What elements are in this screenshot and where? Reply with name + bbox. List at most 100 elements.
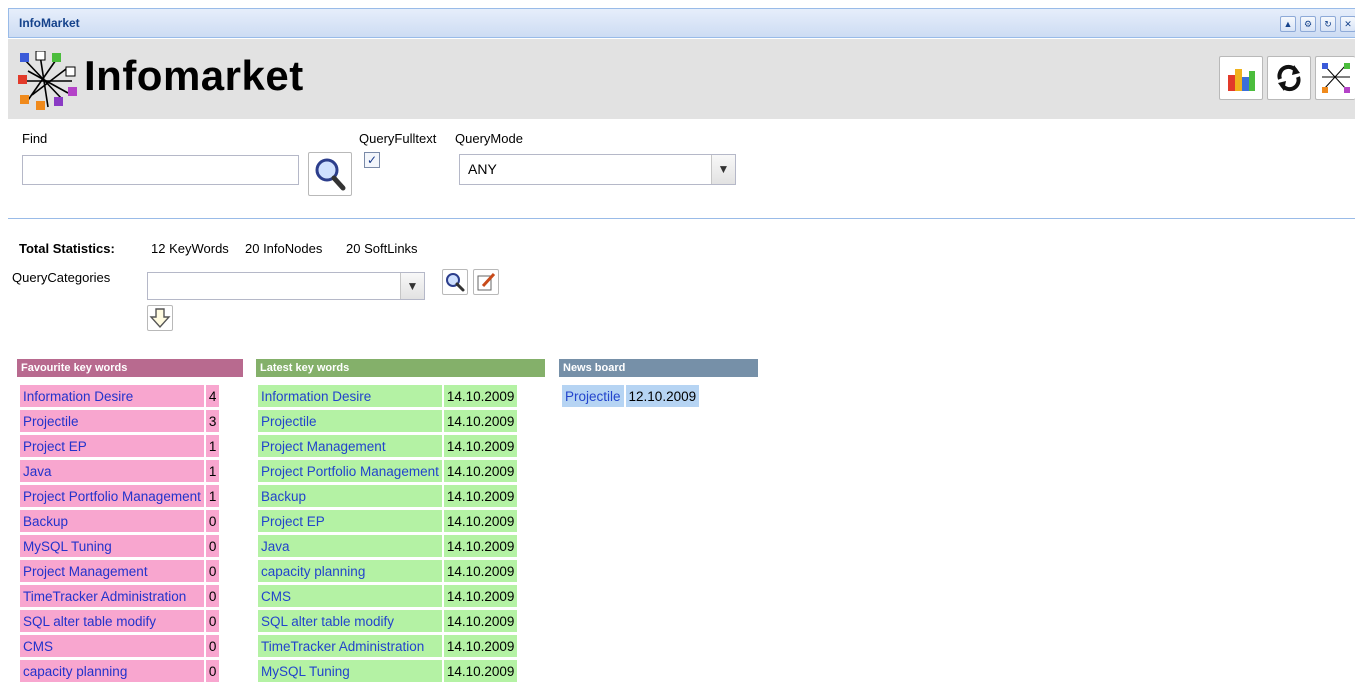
divider <box>8 218 1355 219</box>
keyword-link[interactable]: Project EP <box>258 510 442 532</box>
keyword-link[interactable]: TimeTracker Administration <box>20 585 204 607</box>
edit-icon <box>477 272 496 291</box>
table-row: Projectile 3 <box>20 410 220 432</box>
keyword-link[interactable]: Project Portfolio Management <box>258 460 442 482</box>
keyword-date: 12.10.2009 <box>623 385 700 407</box>
find-label: Find <box>22 131 48 146</box>
stats-label: Total Statistics: <box>19 241 115 256</box>
keyword-link[interactable]: MySQL Tuning <box>258 660 442 682</box>
keyword-date: 14.10.2009 <box>441 560 518 582</box>
keyword-link[interactable]: Backup <box>20 510 204 532</box>
keyword-link[interactable]: SQL alter table modify <box>258 610 442 632</box>
window-title: InfoMarket <box>19 16 80 30</box>
arrow-down-icon <box>149 308 171 329</box>
reload-button[interactable] <box>1267 56 1311 100</box>
keyword-link[interactable]: Project EP <box>20 435 204 457</box>
keyword-link[interactable]: Project Portfolio Management <box>20 485 204 507</box>
keyword-count: 3 <box>203 410 220 432</box>
keyword-date: 14.10.2009 <box>441 385 518 407</box>
table-row: SQL alter table modify 0 <box>20 610 220 632</box>
keyword-link[interactable]: Projectile <box>562 385 624 407</box>
keyword-link[interactable]: Projectile <box>20 410 204 432</box>
keyword-count: 0 <box>203 560 220 582</box>
keyword-link[interactable]: Project Management <box>20 560 204 582</box>
table-row: MySQL Tuning 0 <box>20 535 220 557</box>
keyword-count: 4 <box>203 385 220 407</box>
querymode-label: QueryMode <box>455 131 523 146</box>
app-title: Infomarket <box>84 52 304 99</box>
keyword-count: 0 <box>203 535 220 557</box>
favourite-header: Favourite key words <box>17 359 243 377</box>
keyword-date: 14.10.2009 <box>441 535 518 557</box>
keyword-link[interactable]: TimeTracker Administration <box>258 635 442 657</box>
close-icon[interactable]: ✕ <box>1340 16 1355 32</box>
keyword-link[interactable]: Backup <box>258 485 442 507</box>
keyword-count: 0 <box>203 660 220 682</box>
keyword-link[interactable]: Project Management <box>258 435 442 457</box>
table-row: Project Portfolio Management 1 <box>20 485 220 507</box>
keyword-link[interactable]: CMS <box>20 635 204 657</box>
keyword-link[interactable]: capacity planning <box>20 660 204 682</box>
table-row: Information Desire 4 <box>20 385 220 407</box>
table-row: Project EP 14.10.2009 <box>258 510 518 532</box>
stats-infonodes: 20 InfoNodes <box>245 241 323 256</box>
network-view-button[interactable] <box>1315 56 1355 100</box>
querycategories-select[interactable]: ▼ <box>147 272 425 300</box>
keyword-link[interactable]: Projectile <box>258 410 442 432</box>
stats-softlinks: 20 SoftLinks <box>346 241 418 256</box>
find-button[interactable] <box>308 152 352 196</box>
add-category-button[interactable] <box>147 305 173 331</box>
table-row: TimeTracker Administration 14.10.2009 <box>258 635 518 657</box>
keyword-date: 14.10.2009 <box>441 435 518 457</box>
latest-table: Information Desire 14.10.2009 Projectile 14… <box>258 382 518 685</box>
keyword-date: 14.10.2009 <box>441 460 518 482</box>
fulltext-label: QueryFulltext <box>359 131 437 146</box>
statistics-button[interactable] <box>1219 56 1263 100</box>
chevron-down-icon[interactable]: ▼ <box>400 273 424 299</box>
keyword-date: 14.10.2009 <box>441 660 518 682</box>
chart-icon <box>1228 69 1255 91</box>
keyword-date: 14.10.2009 <box>441 510 518 532</box>
infomarket-logo-icon <box>18 51 77 110</box>
collapse-icon[interactable]: ▲ <box>1280 16 1296 32</box>
keyword-count: 1 <box>203 435 220 457</box>
keyword-date: 14.10.2009 <box>441 635 518 657</box>
keyword-link[interactable]: Information Desire <box>258 385 442 407</box>
keyword-link[interactable]: CMS <box>258 585 442 607</box>
keyword-link[interactable]: Java <box>258 535 442 557</box>
keyword-link[interactable]: SQL alter table modify <box>20 610 204 632</box>
keyword-link[interactable]: Java <box>20 460 204 482</box>
querymode-select[interactable]: ANY ▼ <box>459 154 736 185</box>
keyword-count: 0 <box>203 635 220 657</box>
keyword-count: 1 <box>203 485 220 507</box>
magnifier-icon <box>315 158 346 191</box>
news-header: News board <box>559 359 758 377</box>
gear-icon[interactable]: ⚙ <box>1300 16 1316 32</box>
window-titlebar: InfoMarket ▲ ⚙ ↻ ✕ <box>8 8 1355 38</box>
keyword-link[interactable]: capacity planning <box>258 560 442 582</box>
table-row: SQL alter table modify 14.10.2009 <box>258 610 518 632</box>
keyword-link[interactable]: MySQL Tuning <box>20 535 204 557</box>
table-row: capacity planning 14.10.2009 <box>258 560 518 582</box>
stats-keywords: 12 KeyWords <box>151 241 229 256</box>
table-row: capacity planning 0 <box>20 660 220 682</box>
keyword-link[interactable]: Information Desire <box>20 385 204 407</box>
keyword-date: 14.10.2009 <box>441 585 518 607</box>
latest-header: Latest key words <box>256 359 545 377</box>
table-row: Project EP 1 <box>20 435 220 457</box>
refresh-icon[interactable]: ↻ <box>1320 16 1336 32</box>
keyword-count: 0 <box>203 610 220 632</box>
news-table: Projectile 12.10.2009 <box>562 382 700 410</box>
category-edit-button[interactable] <box>473 269 499 295</box>
chevron-down-icon[interactable]: ▼ <box>711 155 735 184</box>
keyword-date: 14.10.2009 <box>441 610 518 632</box>
table-row: Project Portfolio Management 14.10.2009 <box>258 460 518 482</box>
category-search-button[interactable] <box>442 269 468 295</box>
find-input[interactable] <box>22 155 299 185</box>
keyword-date: 14.10.2009 <box>441 485 518 507</box>
table-row: Java 14.10.2009 <box>258 535 518 557</box>
fulltext-checkbox[interactable]: ✓ <box>364 152 380 168</box>
table-row: Backup 0 <box>20 510 220 532</box>
favourite-table: Information Desire 4 Projectile 3 Project EP… <box>20 382 220 685</box>
table-row: TimeTracker Administration 0 <box>20 585 220 607</box>
